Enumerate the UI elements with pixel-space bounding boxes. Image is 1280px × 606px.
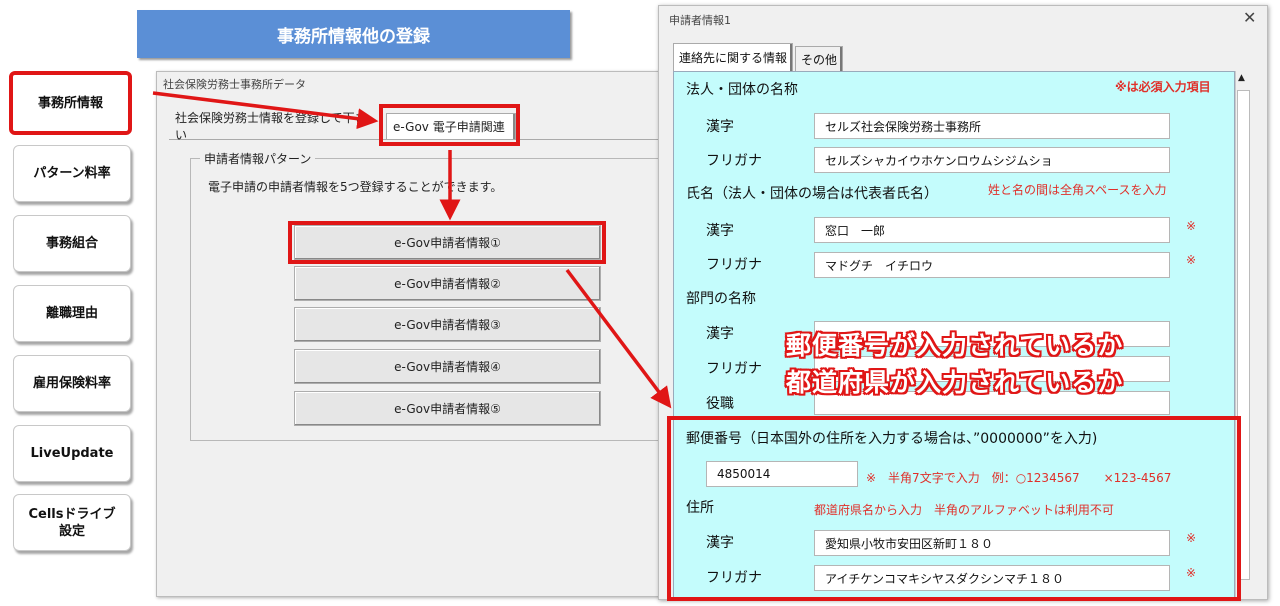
tab-other[interactable]: その他 [795, 46, 843, 71]
nav-pattern-rate-button[interactable]: パターン料率 [13, 145, 131, 202]
scroll-up-icon[interactable]: ▲ [1238, 73, 1245, 83]
tab-sharoushi-info[interactable]: 社会保険労務士情報を登録して下さい [169, 111, 384, 142]
dept-kanji-label: 漢字 [706, 326, 734, 342]
tab-highlight-box [379, 104, 520, 146]
applicant-pattern-group-label: 申請者情報パターン [200, 150, 316, 167]
nav-employment-insurance-rate-button[interactable]: 雇用保険料率 [13, 355, 131, 412]
callout-line1: 郵便番号が入力されているか [786, 331, 1124, 360]
address-heading: 住所 [686, 500, 714, 516]
department-heading: 部門の名称 [686, 291, 756, 307]
corp-kanji-input[interactable]: セルズ社会保険労務士事務所 [814, 113, 1170, 139]
dept-kana-label: フリガナ [706, 361, 762, 377]
nav-liveupdate-button[interactable]: LiveUpdate [13, 425, 131, 482]
egov-applicant-5-button[interactable]: e-Gov申請者情報⑤ [294, 391, 601, 426]
nav-label: 雇用保険料率 [32, 376, 111, 391]
address-kana-label: フリガナ [706, 570, 762, 586]
page-title-banner: 事務所情報他の登録 [137, 10, 570, 58]
address-kanji-label: 漢字 [706, 535, 734, 551]
postal-code-note: ※ 半角7文字で入力 例：○1234567 ×123-4567 [866, 471, 1172, 485]
job-title-label: 役職 [706, 396, 734, 412]
postal-code-heading: 郵便番号（日本国外の住所を入力する場合は、”0000000”を入力) [686, 431, 1098, 447]
postal-code-input[interactable]: 4850014 [706, 461, 858, 487]
nav-office-info-button[interactable]: 事務所情報 [9, 71, 132, 135]
required-note: ※は必須入力項目 [1115, 80, 1211, 94]
callout-line2: 都道府県が入力されているか [786, 368, 1124, 397]
name-space-note: 姓と名の間は全角スペースを入力 [988, 183, 1167, 197]
office-data-window-title: 社会保険労務士事務所データ [163, 78, 306, 91]
nav-label: 離職理由 [45, 306, 98, 321]
nav-label: 事務組合 [45, 236, 98, 251]
nav-label: LiveUpdate [30, 446, 114, 461]
egov-applicant-2-button[interactable]: e-Gov申請者情報② [294, 266, 601, 301]
corp-kana-input[interactable]: セルズシャカイウホケンロウムシジムショ [814, 147, 1170, 173]
nav-label: 事務所情報 [37, 95, 103, 111]
nav-separation-reason-button[interactable]: 離職理由 [13, 285, 131, 342]
button-highlight-box [288, 221, 606, 264]
close-icon[interactable]: ✕ [1243, 8, 1256, 27]
egov-applicant-3-button[interactable]: e-Gov申請者情報③ [294, 307, 601, 342]
name-kana-input[interactable]: マドグチ イチロウ [814, 252, 1170, 278]
address-kana-required-mark: ※ [1186, 566, 1197, 580]
nav-cells-drive-settings-button[interactable]: Cellsドライブ 設定 [13, 494, 131, 551]
nav-label: パターン料率 [33, 166, 111, 181]
nav-label-line1: Cellsドライブ [28, 506, 116, 522]
address-kana-input[interactable]: アイチケンコマキシヤスダクシンマチ１８０ [814, 565, 1170, 591]
tab-contact-info[interactable]: 連絡先に関する情報 [673, 43, 793, 71]
representative-name-heading: 氏名（法人・団体の場合は代表者氏名） [686, 186, 938, 202]
egov-applicant-4-button[interactable]: e-Gov申請者情報④ [294, 349, 601, 384]
name-kana-label: フリガナ [706, 257, 762, 273]
address-kanji-required-mark: ※ [1186, 531, 1197, 545]
name-kanji-label: 漢字 [706, 223, 734, 239]
address-kanji-input[interactable]: 愛知県小牧市安田区新町１８０ [814, 530, 1170, 556]
name-kanji-input[interactable]: 窓口 一郎 [814, 217, 1170, 243]
applicant-info-window-title: 申請者情報1 [669, 14, 731, 27]
name-kanji-required-mark: ※ [1186, 219, 1197, 233]
corp-kana-label: フリガナ [706, 153, 762, 169]
nav-labor-association-button[interactable]: 事務組合 [13, 215, 131, 272]
corp-kanji-label: 漢字 [706, 119, 734, 135]
name-kana-required-mark: ※ [1186, 253, 1197, 267]
applicant-pattern-description: 電子申請の申請者情報を5つ登録することができます。 [208, 180, 503, 194]
nav-label-line2: 設定 [58, 523, 85, 539]
corp-name-heading: 法人・団体の名称 [686, 82, 798, 98]
address-note: 都道府県名から入力 半角のアルファベットは利用不可 [814, 503, 1114, 517]
